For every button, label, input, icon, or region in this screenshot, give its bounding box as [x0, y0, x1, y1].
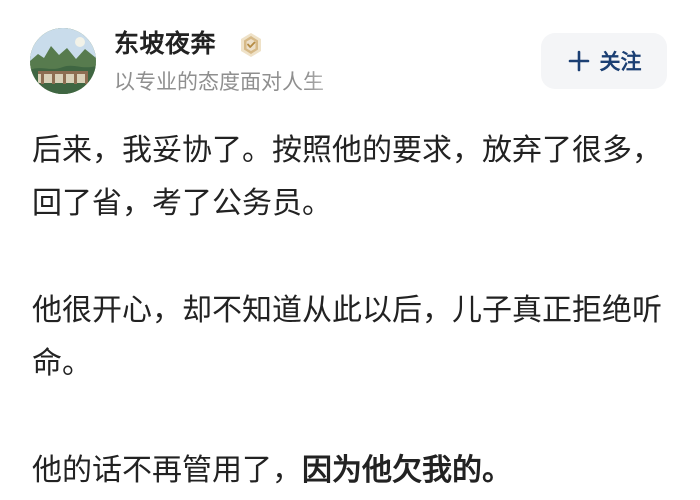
gold-verified-icon [241, 33, 261, 57]
post-paragraph: 后来，我妥协了。按照他的要求，放弃了很多，回了省，考了公务员。 [32, 133, 662, 221]
post-paragraph-regular-text: 他的话不再管用了， [32, 453, 302, 488]
author-name[interactable]: 东坡夜奔 [114, 27, 216, 61]
post-body: 后来，我妥协了。按照他的要求，放弃了很多，回了省，考了公务员。 他很开心，却不知… [32, 124, 672, 497]
follow-button[interactable]: 关注 [541, 33, 667, 89]
plus-icon [568, 50, 589, 72]
post-header: 东坡夜奔 以专业的态度面对人生 关注 [0, 0, 700, 110]
post-paragraph-bold-text: 因为他欠我的。 [302, 453, 512, 488]
post-paragraph: 他的话不再管用了，因为他欠我的。 [32, 444, 672, 497]
avatar[interactable] [30, 28, 96, 94]
post-paragraph: 他很开心，却不知道从此以后，儿子真正拒绝听命。 [32, 293, 662, 381]
author-bio: 以专业的态度面对人生 [114, 70, 324, 94]
follow-label: 关注 [599, 50, 642, 74]
landscape-avatar-icon [30, 28, 96, 94]
